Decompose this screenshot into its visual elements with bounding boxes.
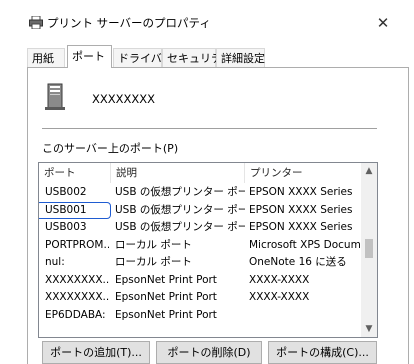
tab-paper[interactable]: 用紙 bbox=[27, 48, 65, 67]
scroll-up-icon[interactable]: ▲ bbox=[361, 163, 377, 179]
printer-cell: EPSON XXXX Series bbox=[249, 203, 353, 216]
column-header-port[interactable]: ポート bbox=[39, 163, 111, 183]
description-cell: USB の仮想プリンター ポート bbox=[115, 203, 245, 216]
port-cell: USB001 bbox=[45, 203, 87, 216]
table-row[interactable]: XXXXXXXX... EpsonNet Print Port XXXX-XXXX bbox=[39, 272, 362, 289]
tab-drivers[interactable]: ドライバー bbox=[113, 48, 173, 67]
description-cell: ローカル ポート bbox=[115, 238, 192, 251]
table-row[interactable]: PORTPROM... ローカル ポート Microsoft XPS Documen bbox=[39, 237, 362, 254]
server-tower-icon bbox=[45, 83, 65, 110]
table-row[interactable]: XXXXXXXX... EpsonNet Print Port XXXX-XXXX bbox=[39, 289, 362, 306]
description-cell: EpsonNet Print Port bbox=[115, 308, 217, 321]
ports-list-label: このサーバー上のポート(P) bbox=[42, 142, 179, 155]
printer-icon bbox=[29, 16, 43, 29]
column-header-printer[interactable]: プリンター bbox=[245, 163, 362, 183]
title-bar: プリント サーバーのプロパティ ✕ bbox=[0, 0, 414, 36]
ports-list[interactable]: ポート 説明 プリンター USB002 USB の仮想プリンター ポート EPSON… bbox=[38, 162, 378, 338]
port-cell: nul: bbox=[45, 256, 65, 268]
delete-port-button[interactable]: ポートの削除(D) bbox=[156, 341, 262, 364]
column-header-description[interactable]: 説明 bbox=[111, 163, 245, 183]
window-title: プリント サーバーのプロパティ bbox=[47, 16, 211, 30]
port-cell: PORTPROM... bbox=[45, 238, 109, 251]
tab-security[interactable]: セキュリティ bbox=[162, 48, 232, 67]
scroll-thumb[interactable] bbox=[365, 239, 373, 258]
tab-advanced[interactable]: 詳細設定 bbox=[216, 48, 265, 67]
printer-cell: OneNote 16 に送る bbox=[249, 256, 347, 268]
printer-cell: XXXX-XXXX bbox=[249, 291, 310, 303]
configure-port-button[interactable]: ポートの構成(C)... bbox=[268, 341, 377, 364]
port-cell: XXXXXXXX... bbox=[45, 273, 109, 286]
printer-cell bbox=[249, 307, 362, 324]
port-cell: XXXXXXXX... bbox=[45, 291, 109, 303]
table-row[interactable]: USB002 USB の仮想プリンター ポート EPSON XXXX Series bbox=[39, 184, 362, 201]
scroll-down-icon[interactable]: ▼ bbox=[361, 321, 377, 337]
port-cell: EP6DDABA: bbox=[45, 308, 106, 321]
printer-cell: EPSON XXXX Series bbox=[249, 221, 353, 233]
close-button[interactable]: ✕ bbox=[371, 12, 395, 34]
add-port-button[interactable]: ポートの追加(T)... bbox=[42, 341, 150, 364]
printer-cell: Microsoft XPS Documen bbox=[249, 238, 362, 251]
table-row[interactable]: nul: ローカル ポート OneNote 16 に送る bbox=[39, 254, 362, 271]
port-cell: USB002 bbox=[45, 186, 87, 198]
description-cell: USB の仮想プリンター ポート bbox=[115, 221, 245, 233]
table-row[interactable]: USB003 USB の仮想プリンター ポート EPSON XXXX Series bbox=[39, 219, 362, 236]
description-cell: ローカル ポート bbox=[115, 256, 192, 268]
table-row[interactable]: EP6DDABA: EpsonNet Print Port bbox=[39, 307, 362, 324]
description-cell: USB の仮想プリンター ポート bbox=[115, 186, 245, 198]
vertical-scrollbar[interactable]: ▲ ▼ bbox=[361, 163, 377, 337]
printer-cell: EPSON XXXX Series bbox=[249, 186, 353, 198]
description-cell: EpsonNet Print Port bbox=[115, 291, 217, 303]
description-cell: EpsonNet Print Port bbox=[115, 273, 217, 286]
printer-cell: XXXX-XXXX bbox=[249, 273, 310, 286]
separator bbox=[42, 128, 377, 129]
server-name: XXXXXXXX bbox=[92, 92, 156, 106]
port-cell: USB003 bbox=[45, 221, 87, 233]
table-row[interactable]: USB001 USB の仮想プリンター ポート EPSON XXXX Series bbox=[39, 201, 362, 219]
tab-ports[interactable]: ポート bbox=[67, 45, 112, 68]
